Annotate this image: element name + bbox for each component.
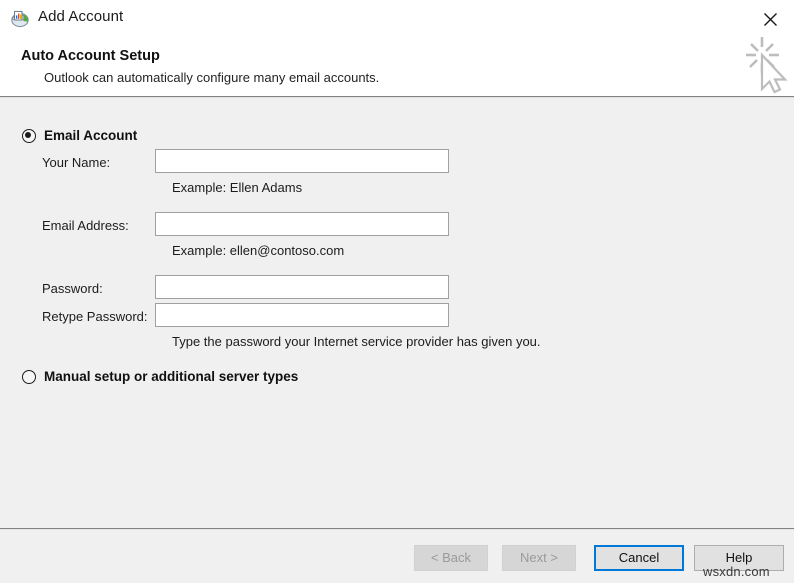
password-hint: Type the password your Internet service … xyxy=(172,334,541,349)
add-account-dialog: Add Account Auto Account Setup Outlook c… xyxy=(0,0,794,583)
retype-password-input[interactable] xyxy=(155,303,449,327)
your-name-input[interactable] xyxy=(155,149,449,173)
your-name-label: Your Name: xyxy=(42,155,110,170)
radio-email-account-indicator xyxy=(22,129,36,143)
dialog-body: Email Account Your Name: Example: Ellen … xyxy=(0,98,794,528)
radio-manual-setup-label: Manual setup or additional server types xyxy=(44,369,298,384)
radio-email-account[interactable]: Email Account xyxy=(22,128,137,143)
cancel-button[interactable]: Cancel xyxy=(594,545,684,571)
close-icon xyxy=(763,12,778,27)
page-subtitle: Outlook can automatically configure many… xyxy=(44,70,379,85)
your-name-hint: Example: Ellen Adams xyxy=(172,180,302,195)
titlebar: Add Account xyxy=(0,0,794,38)
outlook-account-icon xyxy=(10,9,30,29)
password-input[interactable] xyxy=(155,275,449,299)
radio-manual-setup[interactable]: Manual setup or additional server types xyxy=(22,369,298,384)
sparkle-cursor-icon xyxy=(742,33,792,95)
radio-email-account-label: Email Account xyxy=(44,128,137,143)
header-band: Auto Account Setup Outlook can automatic… xyxy=(0,38,794,97)
email-address-label: Email Address: xyxy=(42,218,129,233)
email-address-input[interactable] xyxy=(155,212,449,236)
radio-manual-setup-indicator xyxy=(22,370,36,384)
back-button[interactable]: < Back xyxy=(414,545,488,571)
window-title: Add Account xyxy=(38,8,123,25)
next-button[interactable]: Next > xyxy=(502,545,576,571)
close-button[interactable] xyxy=(752,4,788,34)
email-address-hint: Example: ellen@contoso.com xyxy=(172,243,344,258)
page-title: Auto Account Setup xyxy=(21,48,160,64)
retype-password-label: Retype Password: xyxy=(42,309,148,324)
password-label: Password: xyxy=(42,281,103,296)
watermark: wsxdn.com xyxy=(703,564,770,579)
